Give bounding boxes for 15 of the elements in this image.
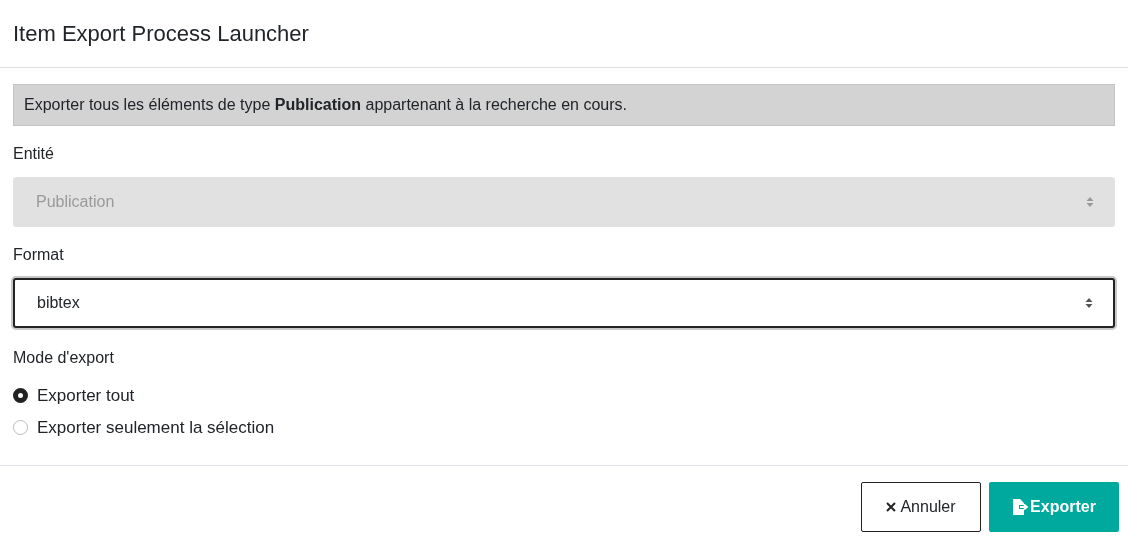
sort-icon: [1086, 196, 1094, 208]
field-label: Format: [13, 245, 64, 265]
field-label: Entité: [13, 144, 54, 164]
radio-button[interactable]: [13, 419, 28, 435]
radio-button[interactable]: [13, 388, 28, 404]
close-icon: [886, 502, 897, 512]
sort-icon: [1085, 297, 1093, 309]
radio-option[interactable]: Exporter seulement la sélection: [13, 414, 275, 440]
field-label: Mode d'export: [13, 348, 114, 368]
select-field[interactable]: bibtex: [13, 278, 1115, 328]
radio-option[interactable]: Exporter tout: [13, 383, 135, 409]
dialog-title: Item Export Process Launcher: [13, 22, 309, 45]
info-message: Exporter tous les éléments de type Publication appartenant à la recherche en cours.: [24, 95, 627, 115]
file-export-icon: [1012, 499, 1031, 515]
cancel-button[interactable]: Annuler: [861, 482, 981, 532]
